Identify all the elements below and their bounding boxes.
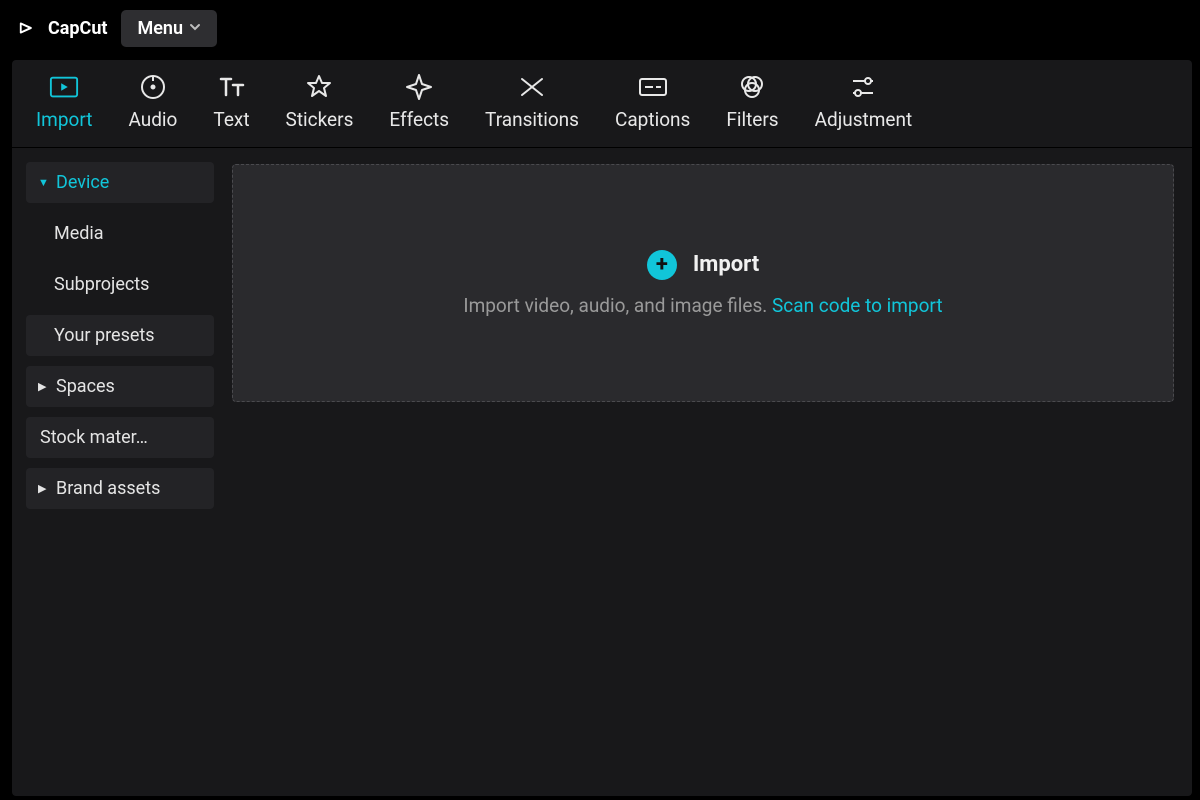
app-root: CapCut Menu Import Audio [0, 0, 1200, 800]
titlebar: CapCut Menu [0, 0, 1200, 56]
plus-icon: + [647, 250, 677, 280]
effects-icon [404, 72, 434, 102]
dropzone-subtitle: Import video, audio, and image files. Sc… [463, 294, 942, 317]
dropzone-subtitle-text: Import video, audio, and image files. [463, 294, 772, 317]
transitions-icon [517, 72, 547, 102]
tab-label: Transitions [485, 108, 579, 131]
sidebar-item-media[interactable]: Media [26, 213, 214, 254]
brand-name: CapCut [48, 18, 107, 39]
filters-icon [737, 72, 767, 102]
sidebar-group-label: Device [56, 172, 109, 193]
captions-icon [638, 72, 668, 102]
sidebar-item-subprojects[interactable]: Subprojects [26, 264, 214, 305]
tab-effects[interactable]: Effects [385, 72, 453, 131]
sidebar-group-label: Spaces [56, 376, 115, 397]
sidebar-item-your-presets[interactable]: Your presets [26, 315, 214, 356]
sidebar: ▼ Device Media Subprojects Your presets … [12, 148, 226, 796]
tab-label: Adjustment [815, 108, 913, 131]
tab-captions[interactable]: Captions [611, 72, 694, 131]
sidebar-group-brand-assets[interactable]: ▶ Brand assets [26, 468, 214, 509]
panel-body: ▼ Device Media Subprojects Your presets … [12, 148, 1192, 796]
scan-code-link[interactable]: Scan code to import [772, 294, 943, 317]
tab-adjustment[interactable]: Adjustment [811, 72, 917, 131]
tab-label: Filters [726, 108, 778, 131]
sidebar-group-stock-materials[interactable]: Stock mater… [26, 417, 214, 458]
text-icon [216, 72, 246, 102]
sidebar-group-label: Stock mater… [38, 427, 148, 448]
tab-import[interactable]: Import [32, 72, 96, 131]
tab-stickers[interactable]: Stickers [282, 72, 358, 131]
tab-label: Effects [389, 108, 449, 131]
logo-icon [18, 17, 40, 39]
import-icon [49, 72, 79, 102]
import-dropzone[interactable]: + Import Import video, audio, and image … [232, 164, 1174, 402]
tab-label: Audio [128, 108, 177, 131]
tab-label: Stickers [286, 108, 354, 131]
triangle-right-icon: ▶ [38, 482, 48, 495]
tab-transitions[interactable]: Transitions [481, 72, 583, 131]
tab-audio[interactable]: Audio [124, 72, 181, 131]
sidebar-group-device[interactable]: ▼ Device [26, 162, 214, 203]
adjustment-icon [848, 72, 878, 102]
triangle-right-icon: ▶ [38, 380, 48, 393]
sidebar-group-label: Brand assets [56, 478, 160, 499]
dropzone-title-row: + Import [647, 250, 759, 280]
stickers-icon [304, 72, 334, 102]
chevron-down-icon [189, 21, 201, 36]
menu-button[interactable]: Menu [121, 10, 217, 47]
sidebar-group-spaces[interactable]: ▶ Spaces [26, 366, 214, 407]
menu-button-label: Menu [137, 18, 183, 39]
tab-filters[interactable]: Filters [722, 72, 782, 131]
tab-label: Import [36, 108, 92, 131]
app-logo: CapCut [18, 17, 107, 39]
tab-text[interactable]: Text [209, 72, 253, 131]
audio-icon [138, 72, 168, 102]
content-area: + Import Import video, audio, and image … [226, 148, 1192, 796]
triangle-down-icon: ▼ [38, 176, 48, 189]
sidebar-item-label: Your presets [54, 325, 155, 346]
dropzone-title: Import [693, 252, 759, 277]
tab-label: Captions [615, 108, 690, 131]
main-panel: Import Audio Text Stickers [12, 60, 1192, 796]
tab-label: Text [213, 108, 249, 131]
tabs-row: Import Audio Text Stickers [12, 60, 1192, 148]
